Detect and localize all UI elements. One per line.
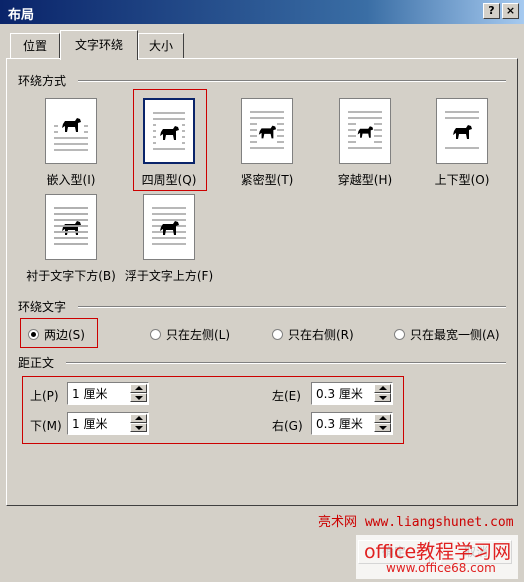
wrap-text-divider	[78, 306, 506, 308]
radio-both-sides-circle	[28, 329, 39, 340]
wrap-tight-preview	[241, 98, 293, 164]
distance-right-down[interactable]	[374, 423, 391, 432]
dog-icon	[156, 217, 182, 239]
distance-group-label: 距正文	[18, 356, 55, 370]
radio-widest-side-circle	[394, 329, 405, 340]
watermark-liangshunet: 亮术网 www.liangshunet.com	[318, 515, 514, 530]
tab-text-wrapping[interactable]: 文字环绕	[60, 30, 138, 60]
wrap-option-behind-text[interactable]: 衬于文字下方(B)	[26, 194, 116, 284]
wrap-option-top-bottom[interactable]: 上下型(O)	[417, 98, 507, 188]
wrap-behind-label: 衬于文字下方(B)	[26, 269, 116, 283]
tab-position[interactable]: 位置	[10, 33, 60, 59]
wrap-top-bottom-label: 上下型(O)	[434, 173, 490, 187]
wrap-inline-label: 嵌入型(I)	[46, 173, 96, 187]
wrap-inline-preview	[45, 98, 97, 164]
wrap-option-inline[interactable]: 嵌入型(I)	[26, 98, 116, 188]
distance-divider	[66, 362, 506, 364]
distance-left-up[interactable]	[374, 384, 391, 393]
distance-left-down[interactable]	[374, 393, 391, 402]
dog-icon	[440, 121, 484, 143]
radio-right-only-circle	[272, 329, 283, 340]
distance-right-input[interactable]	[314, 415, 376, 431]
wrap-front-label: 浮于文字上方(F)	[124, 269, 214, 283]
wrap-style-divider	[78, 80, 506, 82]
distance-bottom-down[interactable]	[130, 423, 147, 432]
distance-right-label: 右(G)	[272, 419, 303, 433]
radio-left-only-label: 只在左侧(L)	[166, 328, 231, 342]
radio-both-sides-label: 两边(S)	[44, 328, 85, 342]
radio-both-sides[interactable]: 两边(S)	[28, 326, 85, 343]
dog-icon	[257, 121, 277, 143]
distance-right-spinner[interactable]	[311, 412, 393, 435]
wrap-through-preview	[339, 98, 391, 164]
wrap-square-preview	[143, 98, 195, 164]
distance-top-label: 上(P)	[30, 389, 59, 403]
distance-left-input[interactable]	[314, 385, 376, 401]
radio-right-only-label: 只在右侧(R)	[288, 328, 354, 342]
wrap-behind-preview	[45, 194, 97, 260]
title-bar: 布局 ? ×	[0, 0, 524, 24]
distance-top-input[interactable]	[70, 385, 132, 401]
radio-left-only-circle	[150, 329, 161, 340]
distance-left-spinner[interactable]	[311, 382, 393, 405]
distance-top-down[interactable]	[130, 393, 147, 402]
distance-left-label: 左(E)	[272, 389, 301, 403]
help-button[interactable]: ?	[483, 3, 500, 19]
wrap-option-tight[interactable]: 紧密型(T)	[222, 98, 312, 188]
wrap-text-group-label: 环绕文字	[18, 300, 67, 314]
wrap-top-bottom-preview	[436, 98, 488, 164]
dog-icon	[156, 122, 182, 144]
distance-bottom-spinner[interactable]	[67, 412, 149, 435]
watermark-office68-title: office教程学习网	[364, 541, 512, 563]
watermark-office68: office教程学习网 www.office68.com	[356, 535, 518, 579]
wrap-through-label: 穿越型(H)	[337, 173, 393, 187]
wrap-tight-label: 紧密型(T)	[240, 173, 294, 187]
close-button[interactable]: ×	[502, 3, 519, 19]
dialog-title: 布局	[8, 8, 35, 23]
radio-widest-side-label: 只在最宽一侧(A)	[410, 328, 500, 342]
wrap-option-square[interactable]: 四周型(Q)	[124, 98, 214, 188]
tab-size[interactable]: 大小	[138, 33, 184, 59]
distance-top-spinner[interactable]	[67, 382, 149, 405]
distance-right-up[interactable]	[374, 414, 391, 423]
distance-bottom-up[interactable]	[130, 414, 147, 423]
wrap-option-in-front-text[interactable]: 浮于文字上方(F)	[124, 194, 214, 284]
distance-top-up[interactable]	[130, 384, 147, 393]
wrap-front-preview	[143, 194, 195, 260]
dog-icon	[356, 121, 374, 143]
radio-widest-side[interactable]: 只在最宽一侧(A)	[394, 326, 500, 343]
distance-bottom-label: 下(M)	[30, 419, 62, 433]
dog-icon	[58, 114, 84, 136]
distance-bottom-input[interactable]	[70, 415, 132, 431]
watermark-office68-url: www.office68.com	[386, 561, 496, 575]
radio-right-only[interactable]: 只在右侧(R)	[272, 326, 354, 343]
radio-left-only[interactable]: 只在左侧(L)	[150, 326, 230, 343]
wrap-option-through[interactable]: 穿越型(H)	[320, 98, 410, 188]
wrap-style-group-label: 环绕方式	[18, 74, 67, 88]
wrap-square-label: 四周型(Q)	[141, 173, 197, 187]
